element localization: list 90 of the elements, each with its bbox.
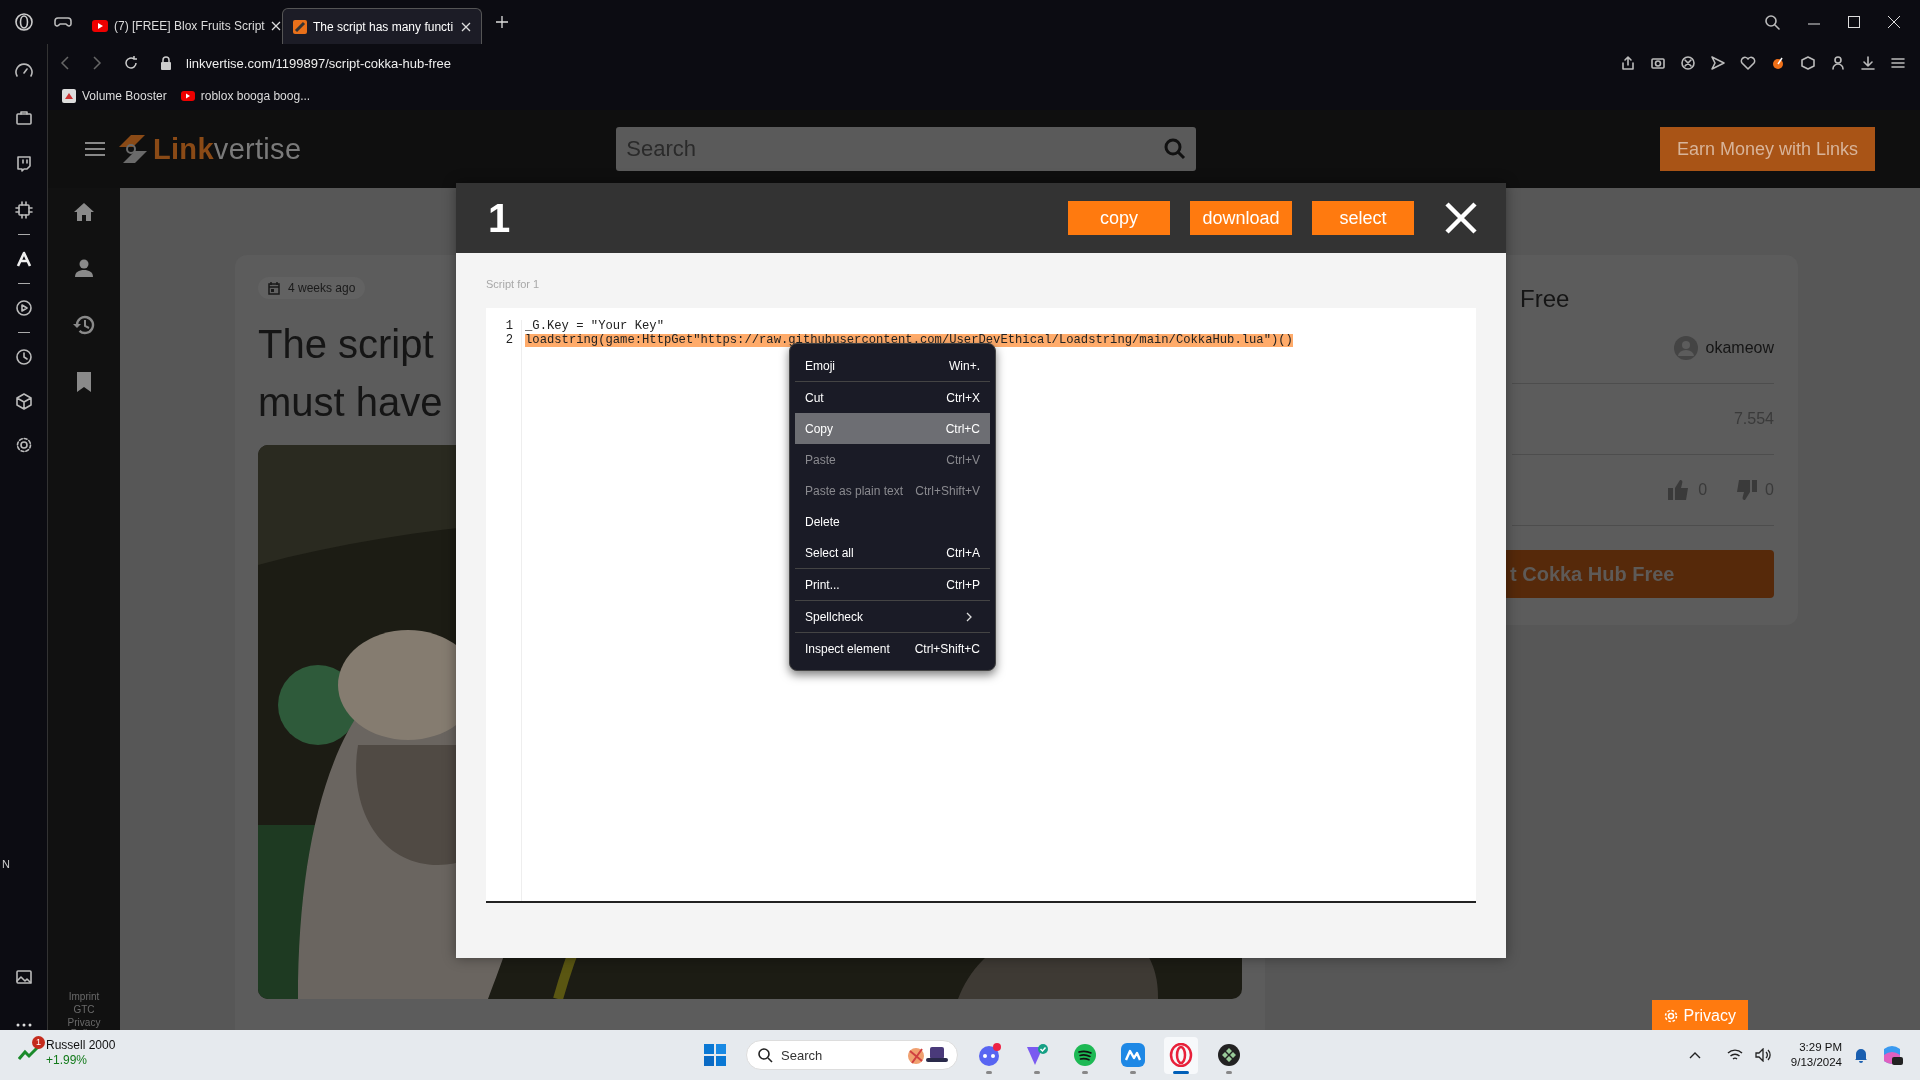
wave-app-icon[interactable]: [1121, 1042, 1145, 1067]
lock-icon: [160, 56, 172, 70]
close-icon[interactable]: [461, 21, 471, 32]
menu-item[interactable]: Inspect element Ctrl+Shift+C: [795, 633, 990, 664]
menu-item[interactable]: Copy Ctrl+C: [795, 413, 990, 444]
video-favicon-icon: [92, 20, 108, 32]
card-title: Free: [1520, 285, 1571, 313]
extension-icon[interactable]: [1770, 55, 1786, 71]
image-gallery-icon[interactable]: [13, 967, 34, 987]
close-icon[interactable]: [1888, 16, 1900, 28]
logo-icon: [117, 133, 149, 165]
post-title: The script must have: [258, 321, 443, 426]
menu-item[interactable]: Spellcheck: [795, 601, 990, 633]
thumbs-down-icon[interactable]: [1735, 480, 1758, 500]
menu-item[interactable]: Print... Ctrl+P: [795, 569, 990, 601]
avatar-icon: [1673, 336, 1698, 360]
forward-icon[interactable]: [92, 56, 102, 70]
browser-tab[interactable]: The script has many functi: [282, 8, 482, 44]
history-icon[interactable]: [73, 314, 95, 336]
back-icon[interactable]: [60, 56, 70, 70]
caret-up-icon[interactable]: [1688, 1051, 1701, 1059]
chip-icon[interactable]: [13, 200, 34, 220]
game-app-icon[interactable]: [1217, 1042, 1241, 1067]
chat-app-icon[interactable]: [977, 1042, 1001, 1067]
wifi-icon[interactable]: [1726, 1048, 1743, 1062]
browser-logo-icon[interactable]: [14, 12, 34, 32]
line-number: 1: [505, 320, 513, 334]
footer-link[interactable]: Imprint: [68, 991, 100, 1002]
volume-icon[interactable]: [1754, 1048, 1771, 1062]
stock-chart-icon[interactable]: [18, 1045, 40, 1061]
share-icon[interactable]: [1620, 55, 1636, 71]
clock-date: 9/13/2024: [1790, 1055, 1842, 1070]
cube-icon[interactable]: [1800, 55, 1816, 71]
script-caption: Script for 1: [486, 278, 541, 290]
site-favicon-icon: [293, 19, 307, 34]
settings-icon[interactable]: [1890, 55, 1906, 71]
notification-badge: 1: [32, 1036, 45, 1049]
line-number: 2: [505, 333, 513, 347]
more-icon[interactable]: [15, 1023, 32, 1027]
menu-item[interactable]: Emoji Win+.: [795, 350, 990, 382]
menu-item[interactable]: Cut Ctrl+X: [795, 382, 990, 413]
blocked-icon[interactable]: [1680, 55, 1696, 71]
footer-link[interactable]: GTC: [73, 1004, 95, 1015]
browser-app-icon[interactable]: [1169, 1042, 1193, 1067]
widget-title: Russell 2000: [46, 1038, 116, 1053]
bell-icon[interactable]: [1854, 1047, 1868, 1063]
thumbs-up-icon[interactable]: [1668, 480, 1691, 500]
menu-item[interactable]: Select all Ctrl+A: [795, 537, 990, 569]
menu-icon[interactable]: [85, 141, 105, 157]
new-tab-icon[interactable]: [496, 16, 508, 28]
address-field[interactable]: linkvertise.com/1199897/script-cokka-hub-free: [186, 55, 451, 71]
briefcase-icon[interactable]: [13, 108, 34, 128]
bookmark-link[interactable]: Volume Booster: [82, 89, 167, 103]
author-name: okameow: [1705, 339, 1774, 357]
chevron-right-icon: [966, 611, 972, 622]
shield-check-icon[interactable]: [1025, 1042, 1049, 1067]
download-icon[interactable]: [1860, 55, 1876, 71]
date-badge: 4 weeks ago: [258, 277, 366, 299]
start-icon[interactable]: [704, 1044, 726, 1066]
reload-icon[interactable]: [124, 56, 138, 70]
cube-icon[interactable]: [13, 391, 34, 411]
widget-change: +1.99%: [46, 1053, 89, 1068]
gear-icon: [1663, 1008, 1678, 1023]
clock-time: 3:29 PM: [1799, 1040, 1842, 1055]
bookmark-favicon-icon: [62, 89, 76, 103]
edge-letter: N: [2, 858, 10, 870]
browser-tab[interactable]: (7) [FREE] Blox Fruits Script: [82, 8, 282, 44]
taskbar-search-field[interactable]: Search: [746, 1040, 958, 1070]
clock-icon[interactable]: [13, 347, 34, 367]
send-icon[interactable]: [1710, 55, 1726, 71]
maximize-icon[interactable]: [1848, 16, 1860, 28]
profile-icon[interactable]: [1830, 55, 1846, 71]
search-icon[interactable]: [1765, 14, 1780, 30]
code-line: _G.Key = "Your Key": [525, 320, 665, 334]
modal-title: 1: [488, 195, 511, 241]
person-icon[interactable]: [74, 258, 94, 278]
camera-icon[interactable]: [1650, 55, 1666, 71]
search-icon: [758, 1048, 773, 1063]
music-app-icon[interactable]: [1073, 1042, 1097, 1067]
play-circle-icon[interactable]: [13, 298, 34, 318]
home-icon[interactable]: [73, 202, 95, 222]
video-favicon-icon: [180, 91, 195, 101]
bookmark-icon[interactable]: [77, 372, 91, 392]
gamepad-icon[interactable]: [54, 15, 72, 29]
menu-item[interactable]: Delete: [795, 506, 990, 537]
close-icon[interactable]: [270, 21, 281, 31]
bookmark-link[interactable]: roblox booga boog...: [200, 89, 311, 103]
heart-icon[interactable]: [1740, 55, 1756, 71]
calendar-icon: [268, 281, 280, 295]
logo-text: Linkvertise: [153, 132, 302, 166]
